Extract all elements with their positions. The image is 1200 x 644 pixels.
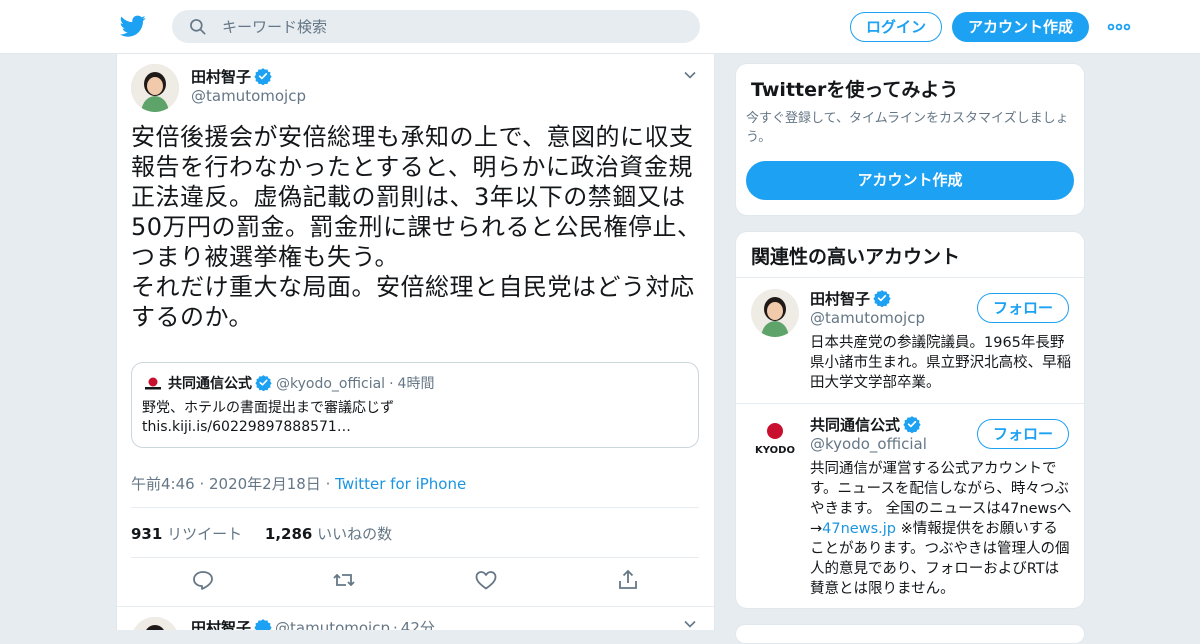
tweet-detail-panel: 田村智子 @tamutomojcp 安倍後援会が安倍総理も承知の上で、意図的に収… xyxy=(116,54,715,630)
tweet-source-link[interactable]: Twitter for iPhone xyxy=(335,475,466,493)
twitter-logo-icon[interactable] xyxy=(120,13,146,39)
share-icon[interactable] xyxy=(616,568,640,592)
divider xyxy=(131,507,699,508)
author-name-text[interactable]: 田村智子 xyxy=(191,68,251,86)
reply-separator: · xyxy=(393,619,398,630)
tweet-stats: 931 リツイート 1,286 いいねの数 xyxy=(131,523,392,544)
search-icon xyxy=(190,19,206,35)
verified-badge-icon xyxy=(903,416,921,433)
retweet-icon[interactable] xyxy=(332,568,356,592)
tweet-actions xyxy=(117,568,714,596)
meta-separator: · xyxy=(325,475,331,493)
account-handle[interactable]: @tamutomojcp xyxy=(810,309,925,327)
like-heart-icon[interactable] xyxy=(474,568,498,592)
kyodo-logo-icon: KYODO xyxy=(751,415,799,463)
author-name[interactable]: 田村智子 xyxy=(191,66,272,87)
author-handle[interactable]: @tamutomojcp xyxy=(191,87,306,105)
divider xyxy=(736,277,1084,278)
login-button[interactable]: ログイン xyxy=(850,12,942,42)
kyodo-logo-icon xyxy=(145,377,161,390)
more-options-icon[interactable] xyxy=(1107,19,1131,35)
signup-prompt-title: Twitterを使ってみよう xyxy=(751,79,959,101)
account-avatar[interactable] xyxy=(751,289,799,337)
account-name[interactable]: 共同通信公式 xyxy=(810,414,921,435)
reply-author-avatar[interactable] xyxy=(131,617,179,630)
account-avatar[interactable]: KYODO xyxy=(751,415,799,463)
search-box[interactable] xyxy=(172,10,700,43)
verified-badge-icon xyxy=(255,375,272,391)
reply-author[interactable]: 田村智子 @tamutomojcp · 42分 xyxy=(191,617,435,630)
sidebar-card-partial xyxy=(735,624,1085,644)
tweet-text: 安倍後援会が安倍総理も承知の上で、意図的に収支報告を行わなかったとすると、明らか… xyxy=(131,123,702,331)
quoted-text: 野党、ホテルの書面提出まで審議応じず this.kiji.is/60229897… xyxy=(142,400,394,435)
reply-handle[interactable]: @tamutomojcp xyxy=(275,619,390,630)
quoted-handle: @kyodo_official xyxy=(276,376,386,392)
tweet-metadata: 午前4:46 · 2020年2月18日 · Twitter for iPhone xyxy=(131,473,466,494)
signup-prompt-description: 今すぐ登録して、タイムラインをカスタマイズしましょう。 xyxy=(746,111,1069,145)
verified-badge-icon xyxy=(254,68,272,85)
related-accounts-title: 関連性の高いアカウント xyxy=(751,246,961,268)
avatar-photo-icon xyxy=(131,617,179,630)
divider xyxy=(131,557,699,558)
retweet-label[interactable]: リツイート xyxy=(167,525,242,543)
quoted-separator: · xyxy=(389,376,394,392)
reply-tweet-preview[interactable]: 田村智子 @tamutomojcp · 42分 xyxy=(117,606,714,630)
verified-badge-icon xyxy=(873,290,891,307)
quoted-author-name: 共同通信公式 xyxy=(168,376,252,392)
related-accounts-card: 関連性の高いアカウント 田村智子 @tamutomojcp フォロー 日本共産党… xyxy=(735,231,1085,609)
bio-link[interactable]: 47news.jp xyxy=(822,521,896,537)
quoted-author: 共同通信公式 @kyodo_official · 4時間 xyxy=(168,373,434,393)
account-name-text[interactable]: 田村智子 xyxy=(810,290,870,308)
signup-button[interactable]: アカウント作成 xyxy=(952,12,1089,42)
reply-icon[interactable] xyxy=(191,568,215,592)
account-name[interactable]: 田村智子 xyxy=(810,288,891,309)
retweet-count[interactable]: 931 xyxy=(131,525,162,543)
sidebar-signup-button[interactable]: アカウント作成 xyxy=(746,161,1074,200)
chevron-down-icon[interactable] xyxy=(683,617,697,630)
like-label[interactable]: いいねの数 xyxy=(317,525,392,543)
kyodo-logo-text: KYODO xyxy=(755,445,795,456)
like-count[interactable]: 1,286 xyxy=(265,525,312,543)
account-name-text[interactable]: 共同通信公式 xyxy=(810,416,900,434)
signup-prompt-card: Twitterを使ってみよう 今すぐ登録して、タイムラインをカスタマイズしましょ… xyxy=(735,63,1085,216)
account-bio: 共同通信が運営する公式アカウントです。ニュースを配信しながら、時々つぶやきます。… xyxy=(810,459,1072,599)
reply-time[interactable]: 42分 xyxy=(401,619,435,630)
search-input[interactable] xyxy=(222,10,682,43)
tweet-timestamp: 午前4:46 · 2020年2月18日 xyxy=(131,475,321,493)
verified-badge-icon xyxy=(254,619,272,630)
divider xyxy=(736,403,1084,404)
follow-button[interactable]: フォロー xyxy=(977,419,1069,449)
chevron-down-icon[interactable] xyxy=(683,68,697,82)
quoted-time: 4時間 xyxy=(397,376,435,392)
avatar-photo-icon xyxy=(131,64,179,112)
avatar-photo-icon xyxy=(751,289,799,337)
account-bio: 日本共産党の参議院議員。1965年長野県小諸市生まれ。県立野沢北高校、早稲田大学… xyxy=(810,335,1072,391)
follow-button[interactable]: フォロー xyxy=(977,293,1069,323)
quoted-tweet[interactable]: 共同通信公式 @kyodo_official · 4時間 野党、ホテルの書面提出まで… xyxy=(131,362,699,448)
reply-author-name[interactable]: 田村智子 xyxy=(191,619,251,630)
top-navigation-bar: ログイン アカウント作成 xyxy=(0,0,1200,54)
author-avatar[interactable] xyxy=(131,64,179,112)
account-handle[interactable]: @kyodo_official xyxy=(810,435,927,453)
